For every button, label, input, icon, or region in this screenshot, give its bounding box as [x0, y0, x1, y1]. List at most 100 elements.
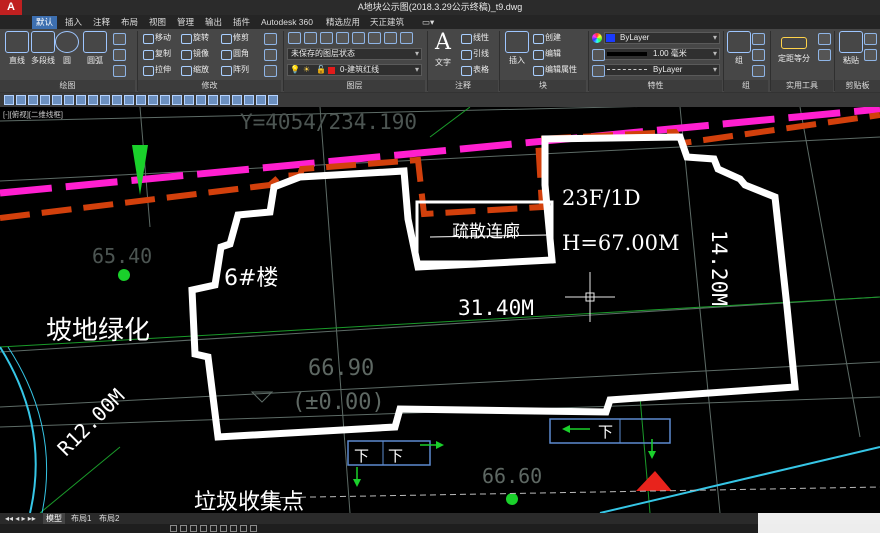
array-button[interactable]: 阵列 — [220, 64, 249, 76]
toolbar-icon[interactable] — [4, 95, 14, 105]
list-icon[interactable] — [592, 65, 605, 77]
color-dropdown[interactable]: ByLayer — [604, 32, 720, 44]
draw-panel-title[interactable]: 绘图 — [0, 80, 135, 92]
layer-color-swatch[interactable] — [328, 67, 335, 74]
draw-tool-icon-1[interactable] — [113, 33, 126, 45]
modify-panel-title[interactable]: 修改 — [138, 80, 281, 92]
toolbar-icon[interactable] — [268, 95, 278, 105]
leader-button[interactable]: 引线 — [460, 48, 489, 60]
application-menu-button[interactable]: A — [0, 0, 22, 15]
group-tool-icon-2[interactable] — [752, 49, 765, 61]
dynamic-ucs-icon[interactable] — [230, 525, 237, 532]
toolbar-icon[interactable] — [184, 95, 194, 105]
building-6-outline[interactable] — [188, 133, 799, 441]
offset-icon[interactable] — [264, 65, 277, 77]
annotation-panel-title[interactable]: 注释 — [428, 80, 498, 92]
toolbar-icon[interactable] — [196, 95, 206, 105]
tab-insert[interactable]: 插入 — [61, 16, 86, 29]
toolbar-icon[interactable] — [124, 95, 134, 105]
lock-icon[interactable]: 🔓 — [316, 65, 326, 74]
edit-attributes-button[interactable]: 编辑属性 — [532, 64, 577, 76]
object-snap-icon[interactable] — [210, 525, 217, 532]
utilities-panel-title[interactable]: 实用工具 — [771, 80, 833, 92]
match-properties-icon[interactable] — [592, 49, 605, 61]
tab-manage[interactable]: 管理 — [173, 16, 198, 29]
layer-tool-icon-6[interactable] — [384, 32, 397, 44]
lightbulb-icon[interactable]: 💡 — [290, 65, 300, 74]
tab-model[interactable]: 模型 — [43, 513, 65, 524]
toolbar-icon[interactable] — [232, 95, 242, 105]
toolbar-icon[interactable] — [88, 95, 98, 105]
utility-tool-icon-1[interactable] — [818, 33, 831, 45]
layer-tool-icon-4[interactable] — [352, 32, 365, 44]
ribbon-toggle-icon[interactable]: ▭▾ — [418, 16, 438, 29]
toolbar-icon[interactable] — [136, 95, 146, 105]
scale-button[interactable]: 缩放 — [180, 64, 209, 76]
measure-divide-button[interactable]: 定距等分 — [774, 31, 814, 69]
layer-properties-icon[interactable] — [288, 32, 301, 44]
move-button[interactable]: 移动 — [142, 32, 171, 44]
grid-mode-icon[interactable] — [180, 525, 187, 532]
linear-dimension-button[interactable]: 线性 — [460, 32, 489, 44]
tab-layout-2[interactable]: 布局2 — [96, 513, 122, 524]
fillet-button[interactable]: 圆角 — [220, 48, 249, 60]
circle-button[interactable]: 圆 — [52, 31, 82, 69]
toolbar-icon[interactable] — [220, 95, 230, 105]
tab-plugins[interactable]: 插件 — [229, 16, 254, 29]
layer-state-dropdown[interactable]: 未保存的图层状态 — [287, 48, 422, 60]
utility-tool-icon-2[interactable] — [818, 49, 831, 61]
trim-button[interactable]: 修剪 — [220, 32, 249, 44]
toolbar-icon[interactable] — [52, 95, 62, 105]
arc-button[interactable]: 圆弧 — [80, 31, 110, 69]
toolbar-icon[interactable] — [148, 95, 158, 105]
toolbar-icon[interactable] — [64, 95, 74, 105]
copy-button[interactable]: 复制 — [142, 48, 171, 60]
tab-featured-apps[interactable]: 精选应用 — [322, 16, 364, 29]
groups-panel-title[interactable]: 组 — [724, 80, 768, 92]
drawing-canvas[interactable]: Y=4054/234.190 65.40 坡地绿化 6#楼 疏散连廊 23F/1… — [0, 107, 880, 513]
layer-tool-icon-2[interactable] — [320, 32, 333, 44]
group-tool-icon-3[interactable] — [752, 65, 765, 77]
draw-tool-icon-2[interactable] — [113, 49, 126, 61]
toolbar-icon[interactable] — [28, 95, 38, 105]
layer-tool-icon-3[interactable] — [336, 32, 349, 44]
tab-autodesk-360[interactable]: Autodesk 360 — [257, 16, 317, 29]
tab-output[interactable]: 输出 — [201, 16, 226, 29]
copy-clip-icon[interactable] — [864, 49, 877, 61]
object-track-icon[interactable] — [220, 525, 227, 532]
erase-icon[interactable] — [264, 33, 277, 45]
toolbar-icon[interactable] — [160, 95, 170, 105]
group-button[interactable]: 组 — [724, 31, 754, 69]
ortho-mode-icon[interactable] — [190, 525, 197, 532]
paste-button[interactable]: 粘贴 — [836, 31, 866, 69]
tab-layout-1[interactable]: 布局1 — [68, 513, 94, 524]
insert-block-button[interactable]: 插入 — [502, 31, 532, 69]
text-button[interactable]: A 文字 — [428, 31, 458, 69]
sun-icon[interactable]: ☀ — [303, 65, 310, 74]
toolbar-icon[interactable] — [256, 95, 266, 105]
toolbar-icon[interactable] — [172, 95, 182, 105]
color-wheel-icon[interactable] — [592, 33, 602, 43]
mirror-button[interactable]: 镜像 — [180, 48, 209, 60]
layer-tool-icon-5[interactable] — [368, 32, 381, 44]
tab-annotate[interactable]: 注释 — [89, 16, 114, 29]
explode-icon[interactable] — [264, 49, 277, 61]
toolbar-icon[interactable] — [112, 95, 122, 105]
edit-block-button[interactable]: 编辑 — [532, 48, 561, 60]
toolbar-icon[interactable] — [244, 95, 254, 105]
layer-tool-icon-1[interactable] — [304, 32, 317, 44]
tab-tangent-architecture[interactable]: 天正建筑 — [366, 16, 408, 29]
layout-nav-arrows[interactable]: ◂◂ ◂ ▸ ▸▸ — [2, 513, 39, 524]
toolbar-icon[interactable] — [16, 95, 26, 105]
clipboard-panel-title[interactable]: 剪贴板 — [835, 80, 880, 92]
tab-view[interactable]: 视图 — [145, 16, 170, 29]
table-button[interactable]: 表格 — [460, 64, 489, 76]
toolbar-icon[interactable] — [100, 95, 110, 105]
polar-tracking-icon[interactable] — [200, 525, 207, 532]
linetype-dropdown[interactable]: ByLayer — [604, 64, 720, 76]
stretch-button[interactable]: 拉伸 — [142, 64, 171, 76]
layers-panel-title[interactable]: 图层 — [284, 80, 425, 92]
block-panel-title[interactable]: 块 — [500, 80, 586, 92]
layer-tool-icon-7[interactable] — [400, 32, 413, 44]
tab-default[interactable]: 默认 — [32, 16, 58, 29]
